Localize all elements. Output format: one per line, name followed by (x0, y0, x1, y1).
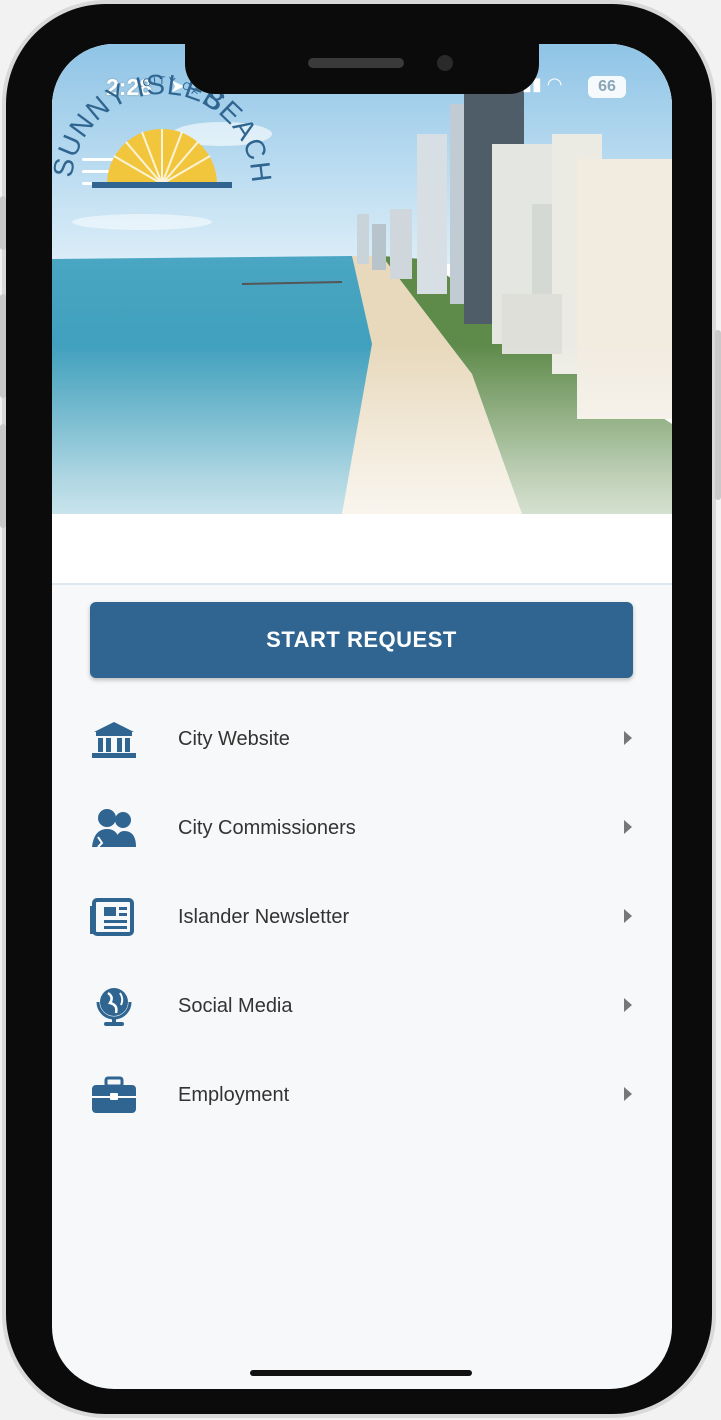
menu-item-employment[interactable]: Employment (52, 1050, 672, 1139)
menu-item-city-commissioners[interactable]: City Commissioners (52, 783, 672, 872)
divider (52, 583, 672, 585)
menu-item-label: City Commissioners (178, 817, 356, 839)
power-button (715, 330, 721, 500)
chevron-right-icon (624, 909, 632, 923)
battery-indicator: 66 (588, 76, 626, 98)
logo-sun-icon (92, 129, 232, 188)
chevron-right-icon (624, 1087, 632, 1101)
menu-list: City Website City Commissioners Islander… (52, 694, 672, 1139)
city-hall-icon (92, 722, 136, 758)
globe-icon (96, 988, 132, 1026)
menu-item-city-website[interactable]: City Website (52, 694, 672, 783)
chevron-right-icon (624, 820, 632, 834)
menu-item-label: Social Media (178, 995, 293, 1017)
newspaper-icon (90, 898, 134, 936)
people-icon (92, 809, 136, 848)
volume-down-button (0, 424, 6, 528)
briefcase-icon (92, 1076, 136, 1113)
start-request-button[interactable]: START REQUEST (90, 602, 633, 678)
menu-item-label: Employment (178, 1084, 290, 1106)
menu-item-social-media[interactable]: Social Media (52, 961, 672, 1050)
home-indicator[interactable] (250, 1370, 472, 1376)
mute-switch (0, 196, 6, 250)
device-notch (185, 44, 539, 94)
chevron-right-icon (624, 998, 632, 1012)
hero-banner: 2:28 ➤ ▮▮ ◠ 66 CITY OF UNNY ISLES BEAC (52, 44, 672, 584)
volume-up-button (0, 294, 6, 398)
app-screen: 2:28 ➤ ▮▮ ◠ 66 CITY OF UNNY ISLES BEAC S… (52, 44, 672, 1389)
chevron-right-icon (624, 731, 632, 745)
menu-item-label: Islander Newsletter (178, 906, 350, 928)
menu-item-label: City Website (178, 728, 290, 750)
menu-item-islander-newsletter[interactable]: Islander Newsletter (52, 872, 672, 961)
